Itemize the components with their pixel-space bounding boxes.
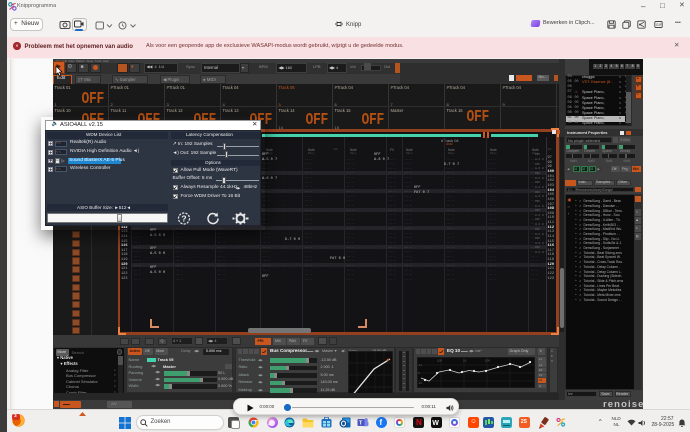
svg-text:-12: -12 — [418, 363, 422, 367]
svg-text:GIF: GIF — [655, 23, 662, 27]
svg-text:?: ? — [181, 214, 186, 224]
svg-text:1K: 1K — [463, 358, 467, 362]
svg-text:10K: 10K — [485, 358, 490, 362]
svg-text:-12: -12 — [418, 381, 422, 385]
svg-text:100: 100 — [437, 358, 442, 362]
